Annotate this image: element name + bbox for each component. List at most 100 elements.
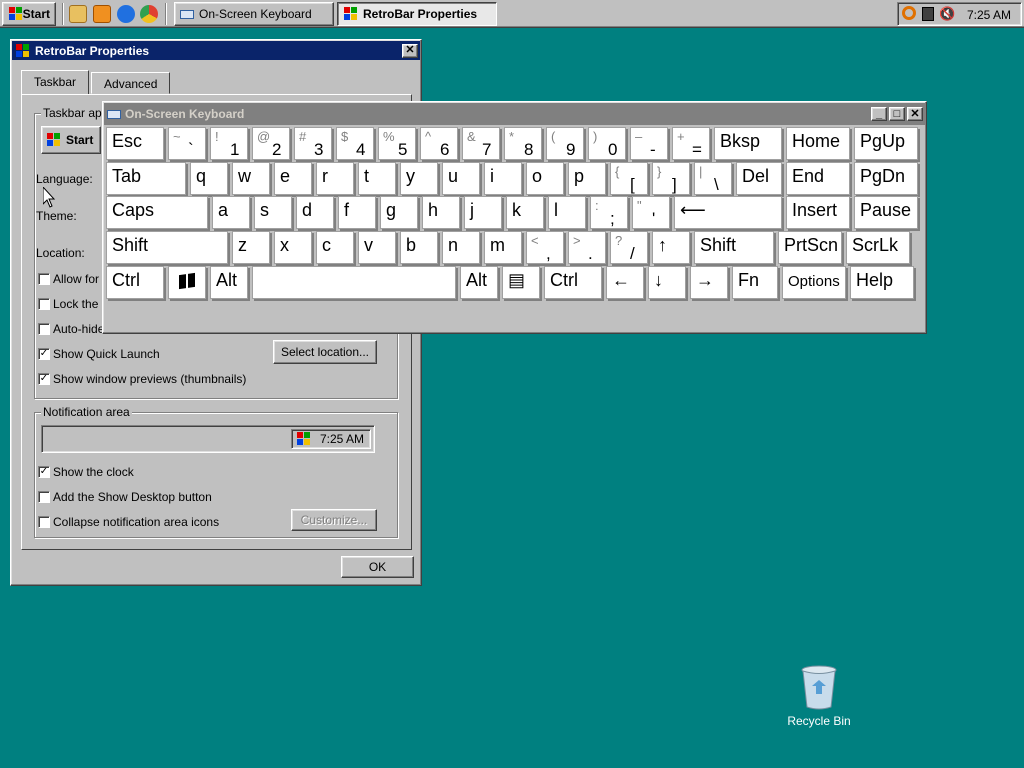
checkbox-show-window-previews[interactable]: ✓ Show window previews (thumbnails) <box>38 372 246 386</box>
key-space[interactable] <box>252 266 456 299</box>
key-alt[interactable]: Alt <box>210 266 248 299</box>
key-59[interactable]: :; <box>590 196 628 229</box>
key-n[interactable]: n <box>442 231 480 264</box>
chrome-icon[interactable] <box>140 5 158 23</box>
checkbox-show-quick-launch[interactable]: ✓ Show Quick Launch <box>38 347 160 361</box>
key-pause[interactable]: Pause <box>854 196 918 229</box>
key-a[interactable]: a <box>212 196 250 229</box>
key-53[interactable]: % 5 <box>378 127 416 160</box>
close-icon[interactable]: ✕ <box>402 43 418 58</box>
key-windows-logo[interactable] <box>168 266 206 299</box>
key-help[interactable]: Help <box>850 266 914 299</box>
media-player-icon[interactable] <box>93 5 111 23</box>
tab-advanced[interactable]: Advanced <box>91 72 171 94</box>
key-pgup[interactable]: PgUp <box>854 127 918 160</box>
key-h[interactable]: h <box>422 196 460 229</box>
tab-taskbar[interactable]: Taskbar <box>21 70 90 94</box>
key-m[interactable]: m <box>484 231 522 264</box>
key-alt[interactable]: Alt <box>460 266 498 299</box>
checkbox-box[interactable] <box>38 298 50 310</box>
volume-muted-icon[interactable]: 🔇 <box>939 7 955 21</box>
key-49[interactable]: ! 1 <box>210 127 248 160</box>
checkbox-box[interactable] <box>38 516 50 528</box>
key-shift[interactable]: Shift <box>106 231 228 264</box>
checkbox-show-clock[interactable]: ✓ Show the clock <box>38 465 134 479</box>
key-home[interactable]: Home <box>786 127 850 160</box>
key-50[interactable]: @2 <box>252 127 290 160</box>
key-insert[interactable]: Insert <box>786 196 850 229</box>
key-r[interactable]: r <box>316 162 354 195</box>
maximize-icon[interactable]: □ <box>889 107 905 121</box>
key-c[interactable]: c <box>316 231 354 264</box>
customize-button[interactable]: Customize... <box>291 509 377 531</box>
key-p[interactable]: p <box>568 162 606 195</box>
checkbox-box[interactable] <box>38 273 50 285</box>
key-92[interactable]: | \ <box>694 162 732 195</box>
key-56[interactable]: * 8 <box>504 127 542 160</box>
window-title-bar[interactable]: RetroBar Properties ✕ <box>12 41 420 60</box>
search-icon[interactable] <box>902 6 916 20</box>
key-prtscn[interactable]: PrtScn <box>778 231 842 264</box>
checkbox-box[interactable]: ✓ <box>38 466 50 478</box>
key-scrlk[interactable]: ScrLk <box>846 231 910 264</box>
key-[interactable]: ⟵ <box>674 196 782 229</box>
key-caps[interactable]: Caps <box>106 196 208 229</box>
start-button[interactable]: Start <box>2 2 56 26</box>
key-g[interactable]: g <box>380 196 418 229</box>
key-w[interactable]: w <box>232 162 270 195</box>
key-39[interactable]: " ' <box>632 196 670 229</box>
key-[interactable]: → <box>690 266 728 299</box>
key-options[interactable]: Options <box>782 266 846 299</box>
key-57[interactable]: (9 <box>546 127 584 160</box>
close-icon[interactable]: ✕ <box>907 107 923 121</box>
ok-button[interactable]: OK <box>341 556 414 578</box>
key-55[interactable]: & 7 <box>462 127 500 160</box>
key-[interactable]: ← <box>606 266 644 299</box>
folder-icon[interactable] <box>69 5 87 23</box>
key-[interactable]: ↓ <box>648 266 686 299</box>
taskbar-clock[interactable]: 7:25 AM <box>967 8 1011 22</box>
key-end[interactable]: End <box>786 162 850 195</box>
key-esc[interactable]: Esc <box>106 127 164 160</box>
key-[interactable]: ↑ <box>652 231 690 264</box>
key-93[interactable]: }] <box>652 162 690 195</box>
key-y[interactable]: y <box>400 162 438 195</box>
checkbox-box[interactable] <box>38 491 50 503</box>
key-shift[interactable]: Shift <box>694 231 774 264</box>
task-button-retrobar-properties[interactable]: RetroBar Properties <box>337 2 497 26</box>
checkbox-box[interactable]: ✓ <box>38 348 50 360</box>
key-61[interactable]: + = <box>672 127 710 160</box>
key-47[interactable]: ? / <box>610 231 648 264</box>
key-f[interactable]: f <box>338 196 376 229</box>
recycle-bin[interactable]: Recycle Bin <box>784 664 854 728</box>
key-91[interactable]: {[ <box>610 162 648 195</box>
key-51[interactable]: #3 <box>294 127 332 160</box>
key-del[interactable]: Del <box>736 162 782 195</box>
key-ctrl[interactable]: Ctrl <box>106 266 164 299</box>
key-z[interactable]: z <box>232 231 270 264</box>
key-l[interactable]: l <box>548 196 586 229</box>
key-52[interactable]: $4 <box>336 127 374 160</box>
key-pgdn[interactable]: PgDn <box>854 162 918 195</box>
key-menu-key[interactable]: ▤ <box>502 266 540 299</box>
key-j[interactable]: j <box>464 196 502 229</box>
key-bksp[interactable]: Bksp <box>714 127 782 160</box>
checkbox-allow-for[interactable]: Allow for <box>38 272 99 286</box>
key-ctrl[interactable]: Ctrl <box>544 266 602 299</box>
checkbox-box[interactable]: ✓ <box>38 373 50 385</box>
key-i[interactable]: i <box>484 162 522 195</box>
key-k[interactable]: k <box>506 196 544 229</box>
key-d[interactable]: d <box>296 196 334 229</box>
key-45[interactable]: – - <box>630 127 668 160</box>
key-o[interactable]: o <box>526 162 564 195</box>
network-icon[interactable] <box>922 7 934 21</box>
key-44[interactable]: <, <box>526 231 564 264</box>
checkbox-lock-taskbar[interactable]: Lock the <box>38 297 98 311</box>
key-x[interactable]: x <box>274 231 312 264</box>
key-s[interactable]: s <box>254 196 292 229</box>
key-54[interactable]: ^ 6 <box>420 127 458 160</box>
key-v[interactable]: v <box>358 231 396 264</box>
key-fn[interactable]: Fn <box>732 266 778 299</box>
key-tab[interactable]: Tab <box>106 162 186 195</box>
key-b[interactable]: b <box>400 231 438 264</box>
